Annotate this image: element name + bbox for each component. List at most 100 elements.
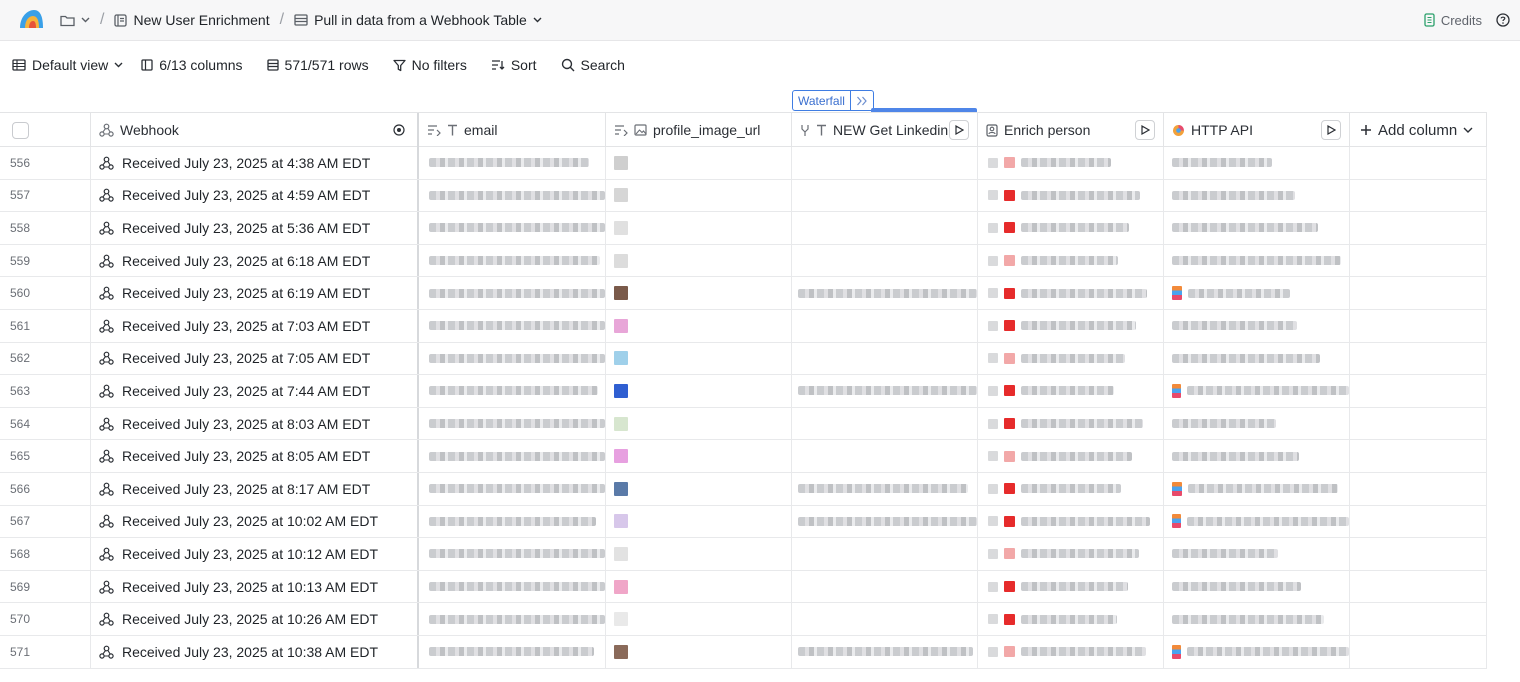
table-row[interactable]: 570 Received July 23, 2025 at 10:26 AM ED… xyxy=(0,603,1487,636)
enrich-person-cell[interactable] xyxy=(978,505,1164,538)
email-cell[interactable] xyxy=(419,538,606,570)
linkedin-cell[interactable] xyxy=(792,375,978,407)
breadcrumb-workspace[interactable]: New User Enrichment xyxy=(114,12,270,28)
table-row[interactable]: 562 Received July 23, 2025 at 7:05 AM EDT xyxy=(0,342,1487,376)
linkedin-cell[interactable] xyxy=(792,309,978,342)
email-cell[interactable] xyxy=(419,277,606,309)
table-row[interactable]: 565 Received July 23, 2025 at 8:05 AM EDT xyxy=(0,440,1487,473)
linkedin-cell[interactable] xyxy=(792,603,978,635)
profile-image-cell[interactable] xyxy=(606,147,792,179)
run-column-button[interactable] xyxy=(1321,120,1341,140)
waterfall-group-tag[interactable]: Waterfall xyxy=(792,90,874,111)
http-api-cell[interactable] xyxy=(1164,440,1350,472)
email-cell[interactable] xyxy=(419,635,606,668)
profile-image-cell[interactable] xyxy=(606,277,792,309)
webhook-cell[interactable]: Received July 23, 2025 at 10:02 AM EDT xyxy=(91,505,419,538)
profile-image-cell[interactable] xyxy=(606,635,792,668)
credits-button[interactable]: Credits xyxy=(1424,13,1482,28)
http-api-cell[interactable] xyxy=(1164,147,1350,179)
column-header-http-api[interactable]: HTTP API xyxy=(1164,113,1350,147)
table-row[interactable]: 563 Received July 23, 2025 at 7:44 AM EDT xyxy=(0,375,1487,408)
email-cell[interactable] xyxy=(419,570,606,603)
table-row[interactable]: 561 Received July 23, 2025 at 7:03 AM EDT xyxy=(0,309,1487,343)
enrich-person-cell[interactable] xyxy=(978,538,1164,570)
http-api-cell[interactable] xyxy=(1164,309,1350,342)
linkedin-cell[interactable] xyxy=(792,179,978,212)
select-all-checkbox[interactable] xyxy=(12,121,29,139)
http-api-cell[interactable] xyxy=(1164,375,1350,407)
profile-image-cell[interactable] xyxy=(606,375,792,407)
http-api-cell[interactable] xyxy=(1164,342,1350,375)
enrich-person-cell[interactable] xyxy=(978,309,1164,342)
linkedin-cell[interactable] xyxy=(792,440,978,472)
email-cell[interactable] xyxy=(419,147,606,179)
webhook-cell[interactable]: Received July 23, 2025 at 4:38 AM EDT xyxy=(91,147,419,179)
profile-image-cell[interactable] xyxy=(606,570,792,603)
enrich-person-cell[interactable] xyxy=(978,212,1164,244)
table-row[interactable]: 564 Received July 23, 2025 at 8:03 AM EDT xyxy=(0,407,1487,441)
table-row[interactable]: 559 Received July 23, 2025 at 6:18 AM EDT xyxy=(0,244,1487,278)
webhook-cell[interactable]: Received July 23, 2025 at 8:03 AM EDT xyxy=(91,407,419,440)
http-api-cell[interactable] xyxy=(1164,212,1350,244)
profile-image-cell[interactable] xyxy=(606,472,792,505)
linkedin-cell[interactable] xyxy=(792,472,978,505)
email-cell[interactable] xyxy=(419,342,606,375)
table-row[interactable]: 566 Received July 23, 2025 at 8:17 AM EDT xyxy=(0,472,1487,506)
column-header-webhook[interactable]: Webhook xyxy=(91,113,419,147)
profile-image-cell[interactable] xyxy=(606,179,792,212)
profile-image-cell[interactable] xyxy=(606,342,792,375)
email-cell[interactable] xyxy=(419,603,606,635)
enrich-person-cell[interactable] xyxy=(978,277,1164,309)
profile-image-cell[interactable] xyxy=(606,603,792,635)
profile-image-cell[interactable] xyxy=(606,538,792,570)
linkedin-cell[interactable] xyxy=(792,244,978,277)
help-icon[interactable] xyxy=(1496,13,1510,27)
email-cell[interactable] xyxy=(419,309,606,342)
email-cell[interactable] xyxy=(419,505,606,538)
linkedin-cell[interactable] xyxy=(792,570,978,603)
http-api-cell[interactable] xyxy=(1164,505,1350,538)
enrich-person-cell[interactable] xyxy=(978,603,1164,635)
run-column-button[interactable] xyxy=(1135,120,1155,140)
webhook-cell[interactable]: Received July 23, 2025 at 10:38 AM EDT xyxy=(91,635,419,668)
webhook-cell[interactable]: Received July 23, 2025 at 8:17 AM EDT xyxy=(91,472,419,505)
profile-image-cell[interactable] xyxy=(606,440,792,472)
enrich-person-cell[interactable] xyxy=(978,375,1164,407)
linkedin-cell[interactable] xyxy=(792,538,978,570)
webhook-cell[interactable]: Received July 23, 2025 at 10:12 AM EDT xyxy=(91,538,419,570)
linkedin-cell[interactable] xyxy=(792,342,978,375)
filters-button[interactable]: No filters xyxy=(392,57,467,73)
enrich-person-cell[interactable] xyxy=(978,179,1164,212)
http-api-cell[interactable] xyxy=(1164,179,1350,212)
profile-image-cell[interactable] xyxy=(606,407,792,440)
linkedin-cell[interactable] xyxy=(792,147,978,179)
webhook-cell[interactable]: Received July 23, 2025 at 4:59 AM EDT xyxy=(91,179,419,212)
profile-image-cell[interactable] xyxy=(606,212,792,244)
email-cell[interactable] xyxy=(419,244,606,277)
linkedin-cell[interactable] xyxy=(792,505,978,538)
column-header-profile-image-url[interactable]: profile_image_url xyxy=(606,113,792,147)
webhook-cell[interactable]: Received July 23, 2025 at 10:13 AM EDT xyxy=(91,570,419,603)
http-api-cell[interactable] xyxy=(1164,407,1350,440)
columns-button[interactable]: 6/13 columns xyxy=(141,57,243,73)
linkedin-cell[interactable] xyxy=(792,277,978,309)
linkedin-cell[interactable] xyxy=(792,212,978,244)
sort-button[interactable]: Sort xyxy=(491,57,537,73)
http-api-cell[interactable] xyxy=(1164,570,1350,603)
enrich-person-cell[interactable] xyxy=(978,440,1164,472)
expand-icon[interactable] xyxy=(851,91,873,110)
table-row[interactable]: 567 Received July 23, 2025 at 10:02 AM ED… xyxy=(0,505,1487,539)
webhook-cell[interactable]: Received July 23, 2025 at 8:05 AM EDT xyxy=(91,440,419,472)
profile-image-cell[interactable] xyxy=(606,309,792,342)
enrich-person-cell[interactable] xyxy=(978,635,1164,668)
profile-image-cell[interactable] xyxy=(606,244,792,277)
linkedin-cell[interactable] xyxy=(792,407,978,440)
linkedin-cell[interactable] xyxy=(792,635,978,668)
http-api-cell[interactable] xyxy=(1164,635,1350,668)
table-row[interactable]: 571 Received July 23, 2025 at 10:38 AM ED… xyxy=(0,635,1487,669)
target-icon[interactable] xyxy=(393,124,405,136)
profile-image-cell[interactable] xyxy=(606,505,792,538)
email-cell[interactable] xyxy=(419,407,606,440)
email-cell[interactable] xyxy=(419,375,606,407)
email-cell[interactable] xyxy=(419,179,606,212)
